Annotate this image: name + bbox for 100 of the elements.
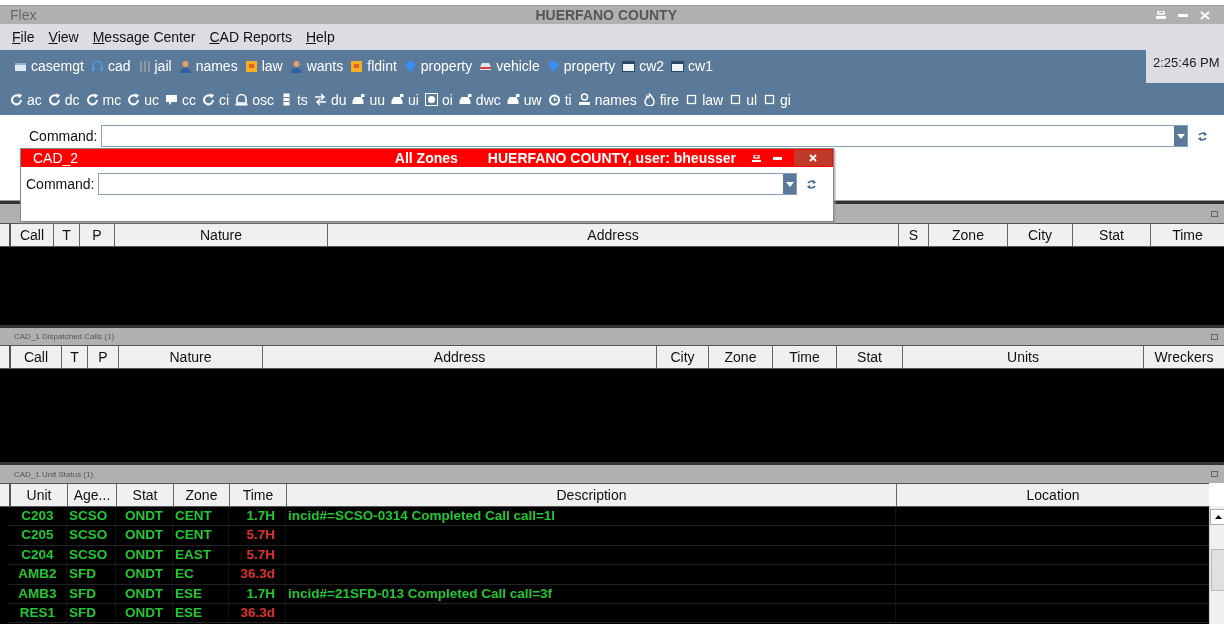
- close-button[interactable]: [794, 150, 832, 166]
- column-header[interactable]: Stat: [1072, 224, 1150, 246]
- column-header[interactable]: Time: [772, 346, 836, 368]
- toolbar-button[interactable]: ti: [547, 91, 572, 108]
- column-header[interactable]: T: [61, 346, 87, 368]
- refresh-icon[interactable]: [1197, 130, 1209, 142]
- toolbar-button[interactable]: law: [685, 91, 724, 108]
- toolbar-button[interactable]: fire: [642, 91, 680, 108]
- window-icon: [622, 59, 636, 73]
- zone-cell: EC: [173, 565, 229, 584]
- car-icon: [458, 93, 472, 106]
- menu-item[interactable]: CAD Reports: [209, 29, 292, 45]
- toolbar-button[interactable]: uu: [352, 91, 386, 108]
- column-header[interactable]: Units: [902, 346, 1143, 368]
- column-header[interactable]: S: [898, 224, 928, 246]
- column-header[interactable]: Address: [327, 224, 898, 246]
- toolbar-button[interactable]: names: [178, 58, 238, 74]
- agency-cell: SFD: [67, 603, 116, 623]
- column-header[interactable]: Zone: [928, 224, 1007, 246]
- toolbar-button[interactable]: uw: [506, 91, 542, 108]
- command-field[interactable]: [98, 173, 798, 195]
- badge-icon: [244, 59, 258, 73]
- column-header[interactable]: Stat: [116, 484, 173, 506]
- unit-row[interactable]: C205 SCSO ONDT CENT 5.7H: [9, 526, 1209, 546]
- maximize-icon[interactable]: [1211, 210, 1218, 217]
- toolbar-button[interactable]: names: [577, 91, 637, 108]
- unit-row[interactable]: C203 SCSO ONDT CENT 1.7H incid#=SCSO-0314 Completed Call call=1l: [9, 507, 1209, 527]
- time-cell: 36.3d: [229, 603, 286, 623]
- scrollbar[interactable]: [1209, 506, 1224, 624]
- unit-cell: AMB2: [9, 565, 67, 584]
- toolbar-button[interactable]: mc: [85, 91, 122, 108]
- toolbar-button[interactable]: du: [313, 91, 347, 108]
- maximize-icon[interactable]: [1211, 333, 1218, 340]
- column-header[interactable]: Description: [286, 484, 896, 506]
- column-header[interactable]: P: [87, 346, 118, 368]
- unit-row[interactable]: RES1 SFD ONDT ESE 36.3d: [9, 603, 1209, 624]
- toolbar-button[interactable]: law: [244, 58, 283, 74]
- clock: 2:25:46 PM: [1146, 50, 1224, 83]
- toolbar-button[interactable]: ts: [280, 91, 308, 108]
- command-field[interactable]: [101, 125, 1189, 147]
- toolbar-button[interactable]: dwc: [458, 91, 501, 108]
- app-name: Flex: [10, 7, 37, 23]
- unit-row[interactable]: C204 SCSO ONDT EAST 5.7H: [9, 545, 1209, 566]
- column-header[interactable]: Nature: [118, 346, 262, 368]
- toolbar-button[interactable]: cw2: [622, 58, 665, 74]
- column-header[interactable]: Time: [229, 484, 286, 506]
- restore-icon[interactable]: [752, 154, 761, 162]
- time-cell: 1.7H: [229, 584, 286, 603]
- column-header[interactable]: Time: [1150, 224, 1224, 246]
- zone-cell: CENT: [173, 507, 229, 526]
- toolbar-button[interactable]: cw1: [671, 58, 713, 74]
- toolbar-button[interactable]: jail: [137, 58, 172, 74]
- minimize-icon[interactable]: [1178, 13, 1188, 17]
- toolbar-button[interactable]: vehicle: [479, 58, 540, 74]
- toolbar-button[interactable]: fldint: [350, 58, 397, 74]
- menu-item[interactable]: File: [12, 29, 35, 45]
- column-header[interactable]: Zone: [173, 484, 229, 506]
- toolbar-button[interactable]: casemgt: [14, 58, 84, 74]
- toolbar-button[interactable]: property: [403, 58, 473, 74]
- column-header[interactable]: City: [656, 346, 708, 368]
- square-icon: [729, 93, 743, 106]
- menu-item[interactable]: Help: [305, 29, 335, 45]
- caret-icon[interactable]: [1214, 515, 1222, 519]
- menu-item[interactable]: Message Center: [92, 29, 196, 45]
- restore-icon[interactable]: [1156, 11, 1166, 19]
- toolbar-button[interactable]: gi: [763, 91, 791, 108]
- toolbar-button[interactable]: ul: [729, 91, 758, 108]
- toolbar-button[interactable]: cad: [90, 58, 131, 74]
- column-header[interactable]: Nature: [114, 224, 327, 246]
- column-header[interactable]: Wreckers: [1143, 346, 1224, 368]
- toolbar-button[interactable]: wants: [289, 58, 344, 74]
- column-header[interactable]: T: [53, 224, 79, 246]
- square-icon: [763, 93, 777, 106]
- unit-row[interactable]: AMB2 SFD ONDT EC 36.3d: [9, 565, 1209, 585]
- toolbar-button[interactable]: oi: [424, 91, 453, 108]
- column-header[interactable]: Age...: [67, 484, 116, 506]
- column-header[interactable]: P: [79, 224, 114, 246]
- toolbar-button[interactable]: cc: [165, 91, 197, 108]
- toolbar-button[interactable]: uc: [127, 91, 160, 108]
- toolbar-button[interactable]: ac: [10, 91, 42, 108]
- column-header[interactable]: Address: [262, 346, 656, 368]
- status-cell: ONDT: [116, 526, 173, 545]
- maximize-icon[interactable]: [1211, 471, 1218, 477]
- toolbar-button[interactable]: ci: [202, 91, 230, 108]
- unit-row[interactable]: AMB3 SFD ONDT ESE 1.7H incid#=21SFD-013 Completed Call call=3f: [9, 584, 1209, 604]
- toolbar-button[interactable]: ui: [391, 91, 419, 108]
- close-icon: [809, 154, 817, 162]
- column-header[interactable]: Zone: [708, 346, 772, 368]
- minimize-icon[interactable]: [773, 156, 782, 160]
- toolbar-button[interactable]: dc: [47, 91, 80, 108]
- close-icon[interactable]: [1200, 10, 1210, 20]
- column-header[interactable]: Location: [896, 484, 1209, 506]
- toolbar-button[interactable]: osc: [235, 91, 274, 108]
- column-header[interactable]: Stat: [836, 346, 902, 368]
- menu-item[interactable]: View: [48, 29, 79, 45]
- refresh-icon[interactable]: [806, 178, 818, 190]
- column-header[interactable]: City: [1007, 224, 1072, 246]
- toolbar-button[interactable]: property: [546, 58, 616, 74]
- unit-cell: AMB3: [9, 584, 67, 603]
- time-cell: 36.3d: [229, 565, 286, 584]
